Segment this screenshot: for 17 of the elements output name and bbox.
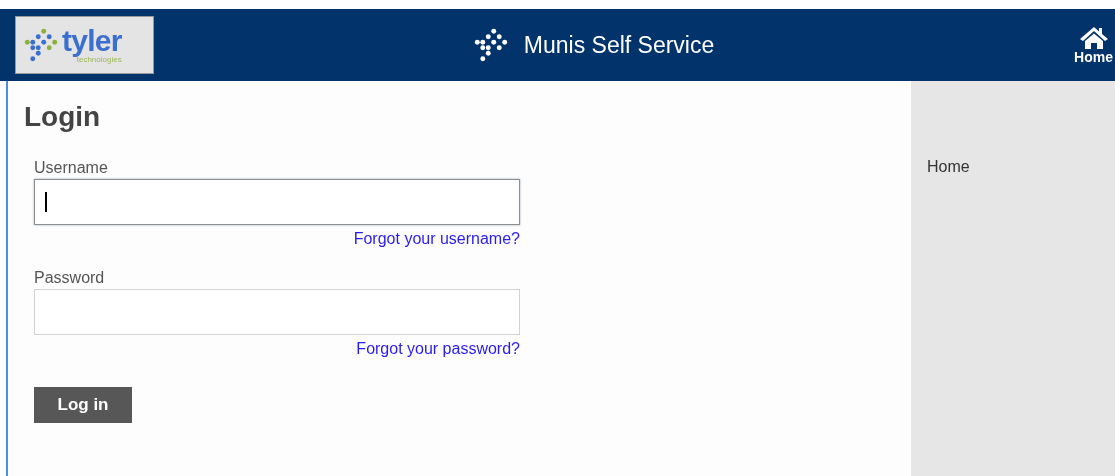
home-icon <box>1078 26 1109 50</box>
logo-name: tyler <box>62 26 122 56</box>
dots-icon <box>473 28 508 62</box>
input-field[interactable] <box>34 289 520 335</box>
app-title: Munis Self Service <box>523 30 715 60</box>
home-button[interactable]: Home <box>1074 26 1113 64</box>
login-button[interactable]: Log in <box>34 387 132 423</box>
logo-mark-icon <box>24 28 58 62</box>
page-title: Login <box>24 103 102 131</box>
field-label: Password <box>34 268 106 288</box>
forgot-link[interactable]: Forgot your password? <box>356 337 520 361</box>
text-cursor <box>45 192 47 212</box>
input-field[interactable] <box>34 179 520 225</box>
field-label: Username <box>34 158 109 178</box>
logo-tagline: technologies <box>76 56 122 64</box>
sidebar-item[interactable]: Home <box>927 155 1115 179</box>
forgot-link[interactable]: Forgot your username? <box>353 227 520 251</box>
